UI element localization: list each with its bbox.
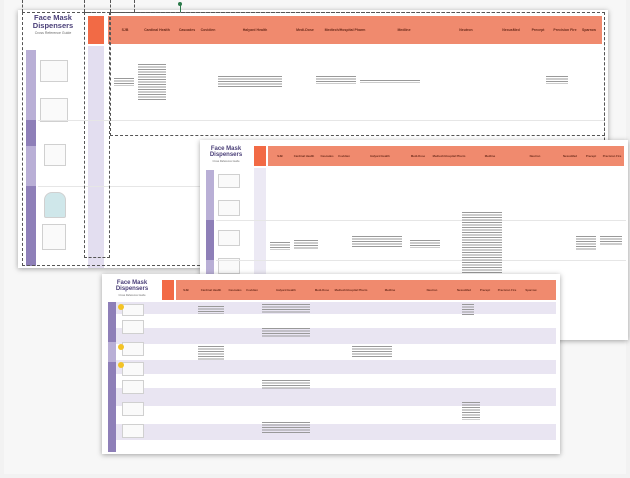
row-stripe <box>116 302 556 314</box>
category-band <box>206 170 214 220</box>
sheet-3: Face Mask Dispensers Cross Reference Gui… <box>102 274 560 454</box>
product-image <box>122 320 144 334</box>
product-image <box>122 402 144 416</box>
column-header: Neutron <box>426 288 438 292</box>
column-header: Medtech/Hospital Pharm <box>334 288 368 292</box>
annotation-box <box>84 12 110 258</box>
column-header: Precision Fire <box>497 288 517 292</box>
column-header: Medi-Dose <box>410 154 426 158</box>
column-header: Precept <box>479 288 491 292</box>
cell-text-lines <box>198 346 224 360</box>
column-header: SJB <box>277 154 283 158</box>
cell-text-lines <box>262 422 310 434</box>
column-header: SJB <box>183 288 189 292</box>
column-header-row: SJB Cardinal Health Cascades Covidien Ha… <box>268 146 624 166</box>
cell-text-lines <box>352 346 392 358</box>
column-header: Medi-Dose <box>314 288 330 292</box>
column-header: Sparrow <box>525 288 537 292</box>
cell-text-lines <box>262 380 310 390</box>
cell-text-lines <box>462 304 474 316</box>
column-header: Cascades <box>320 154 334 158</box>
row-stripe <box>116 328 556 344</box>
column-header: Precision Fire <box>602 154 622 158</box>
cell-text-lines <box>198 306 224 314</box>
annotation-leader <box>84 0 85 12</box>
column-header: Halyard Health <box>370 154 390 158</box>
cell-text-lines <box>410 240 440 248</box>
cell-text-lines <box>138 64 166 100</box>
guide-title: Face Mask Dispensers <box>115 280 149 293</box>
category-band <box>108 342 116 362</box>
cell-text-lines <box>270 242 290 250</box>
product-image <box>218 174 240 188</box>
row-stripe <box>116 388 556 406</box>
title-block: Face Mask Dispensers Cross Reference Gui… <box>102 280 162 297</box>
cell-text-lines <box>262 328 310 338</box>
key-cell <box>254 146 266 166</box>
row-divider <box>216 220 626 221</box>
new-product-badge <box>118 344 124 350</box>
key-cell <box>162 280 174 300</box>
column-header: Precept <box>585 154 597 158</box>
annotation-leader <box>22 0 23 12</box>
column-header: Covidien <box>246 288 258 292</box>
cell-text-lines <box>462 402 480 420</box>
cell-text-lines <box>360 80 420 83</box>
new-product-badge <box>118 362 124 368</box>
column-header: Cardinal Health <box>293 154 315 158</box>
annotation-box <box>110 12 605 136</box>
cell-text-lines <box>114 78 134 86</box>
annotation-dot <box>178 2 182 6</box>
cell-text-lines <box>546 76 568 84</box>
guide-title: Face Mask Dispensers <box>209 146 243 159</box>
column-header: NexusMed <box>457 288 471 292</box>
category-band <box>108 302 116 342</box>
product-image <box>122 380 144 394</box>
column-header: Halyard Health <box>276 288 296 292</box>
cell-text-lines <box>352 236 402 248</box>
row-divider <box>216 260 626 261</box>
row-stripe <box>116 424 556 440</box>
column-header: Medline <box>484 154 496 158</box>
cell-text-lines <box>462 212 502 274</box>
product-image <box>218 230 240 246</box>
cell-text-lines <box>262 304 310 314</box>
annotation-leader <box>134 0 135 12</box>
category-band <box>108 362 116 452</box>
product-image <box>122 424 144 438</box>
cell-text-lines <box>576 236 596 250</box>
column-header: Medline <box>384 288 396 292</box>
product-image <box>218 200 240 216</box>
category-band <box>206 220 214 260</box>
column-header-row: SJB Cardinal Health Cascades Covidien Ha… <box>176 280 556 300</box>
product-image <box>122 342 144 356</box>
column-header: Covidien <box>338 154 350 158</box>
cell-text-lines <box>600 236 622 246</box>
row-stripe <box>116 360 556 374</box>
column-header: Cardinal Health <box>200 288 222 292</box>
new-product-badge <box>118 304 124 310</box>
guide-subtitle: Cross Reference Guide <box>118 293 146 297</box>
product-image <box>122 304 144 316</box>
title-block: Face Mask Dispensers Cross Reference Gui… <box>200 146 252 163</box>
cell-text-lines <box>294 240 318 250</box>
column-header: Cascades <box>228 288 242 292</box>
column-header: NexusMed <box>563 154 577 158</box>
column-header: Neutron <box>529 154 541 158</box>
column-header: Medtech/Hospital Pharm <box>432 154 466 158</box>
cell-text-lines <box>218 76 282 88</box>
guide-subtitle: Cross Reference Guide <box>212 159 240 163</box>
annotation-leader <box>110 0 111 12</box>
product-image <box>122 362 144 376</box>
cell-text-lines <box>316 76 356 84</box>
